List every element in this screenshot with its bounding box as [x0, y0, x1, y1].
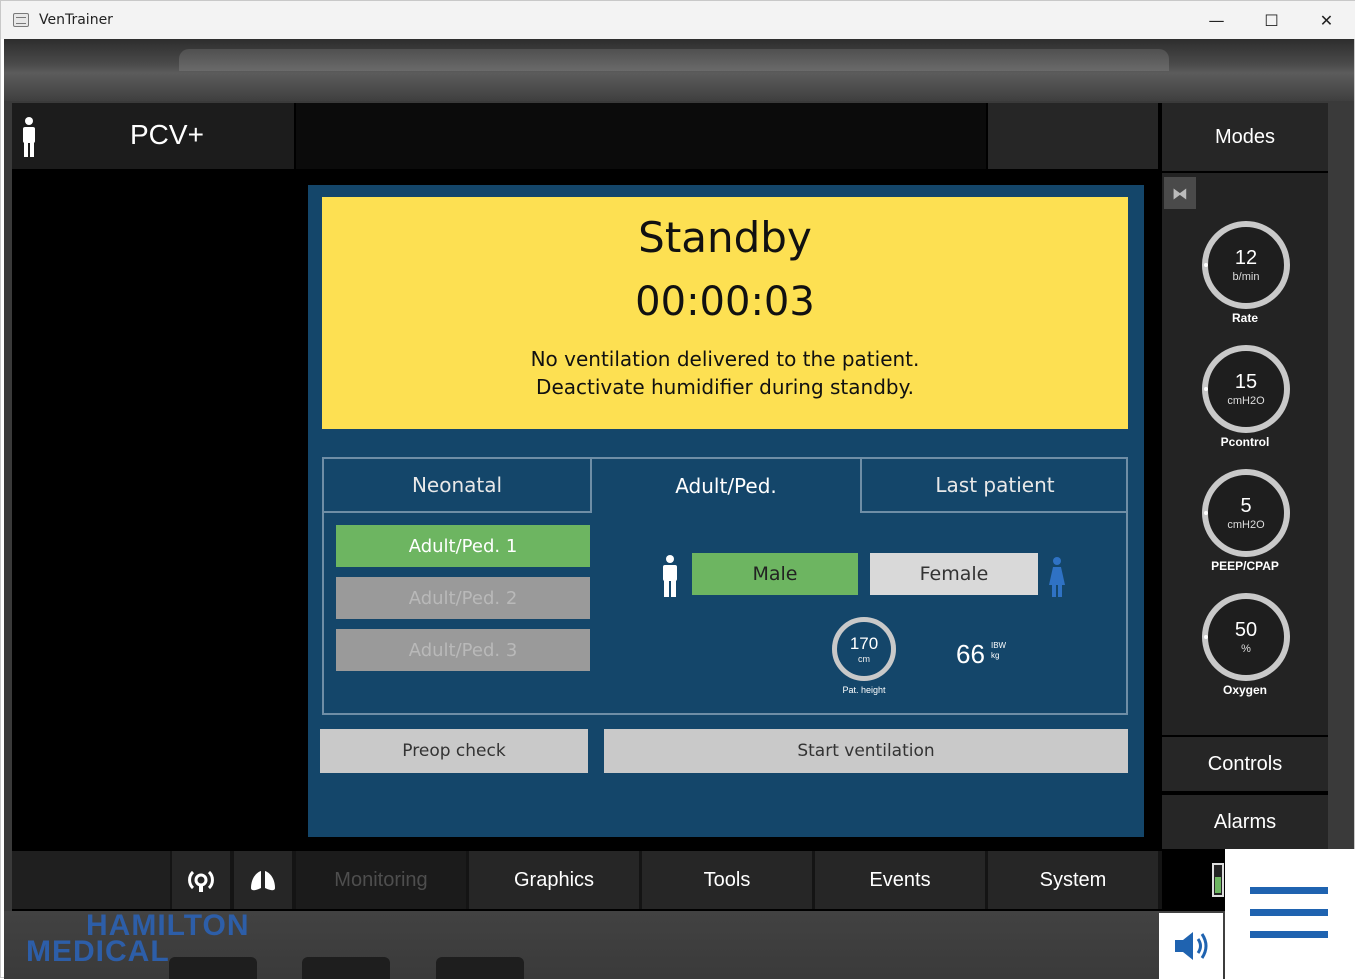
tab-neonatal[interactable]: Neonatal — [324, 459, 592, 513]
controls-button[interactable]: Controls — [1162, 737, 1328, 791]
patient-connection-icon[interactable] — [172, 851, 230, 909]
bezel-ridge — [179, 49, 1169, 71]
hardware-key[interactable] — [169, 957, 257, 979]
menu-button[interactable] — [1225, 849, 1355, 979]
tab-tools[interactable]: Tools — [642, 851, 812, 909]
oxygen-unit: % — [1241, 643, 1251, 655]
standby-timer: 00:00:03 — [635, 279, 815, 325]
male-icon — [663, 555, 677, 597]
tab-events[interactable]: Events — [815, 851, 985, 909]
tab-system[interactable]: System — [988, 851, 1158, 909]
pcontrol-unit: cmH2O — [1227, 395, 1265, 407]
pcontrol-dial[interactable]: 15 cmH2O — [1202, 345, 1290, 433]
patient-height-dial[interactable]: 170 cm — [832, 617, 896, 681]
start-ventilation-button[interactable]: Start ventilation — [604, 729, 1128, 773]
adult-patient-icon — [23, 117, 35, 157]
preset-adult-ped-3[interactable]: Adult/Ped. 3 — [336, 629, 590, 671]
tab-adult-ped[interactable]: Adult/Ped. — [592, 459, 860, 513]
ibw-label: IBW kg — [991, 641, 1006, 661]
preop-check-button[interactable]: Preop check — [320, 729, 588, 773]
hamburger-icon — [1250, 887, 1328, 894]
minimize-button[interactable]: — — [1189, 1, 1244, 39]
tab-graphics[interactable]: Graphics — [469, 851, 639, 909]
battery-level — [1215, 877, 1221, 893]
rate-dial[interactable]: 12 b/min — [1202, 221, 1290, 309]
title-bar: VenTrainer — ☐ ✕ — [1, 1, 1355, 39]
maximize-button[interactable]: ☐ — [1244, 1, 1299, 39]
top-status-area — [296, 103, 986, 169]
top-right-area — [988, 103, 1158, 169]
modes-button[interactable]: Modes — [1162, 103, 1328, 171]
height-value: 170 — [849, 634, 879, 653]
lungs-icon-button[interactable] — [234, 851, 292, 909]
rate-unit: b/min — [1232, 271, 1260, 283]
ventilator-device: PCV+ Modes ⧓ 12 b/min Rate 15 cmH2O Pcon… — [4, 39, 1354, 979]
hardware-key[interactable] — [302, 957, 390, 979]
lungs-icon — [251, 871, 275, 891]
bottom-nav: Monitoring Graphics Tools Events System — [12, 851, 1162, 909]
collapse-panel-icon[interactable]: ⧓ — [1164, 177, 1196, 209]
hamburger-icon — [1250, 909, 1328, 916]
ibw-value: 66 — [956, 639, 985, 669]
mode-display[interactable]: PCV+ — [12, 103, 294, 169]
hardware-key[interactable] — [436, 957, 524, 979]
oxygen-value: 50 — [1234, 619, 1258, 641]
standby-message-2: Deactivate humidifier during standby. — [536, 375, 914, 399]
preset-adult-ped-2[interactable]: Adult/Ped. 2 — [336, 577, 590, 619]
window-title: VenTrainer — [39, 12, 113, 28]
rate-label: Rate — [1231, 311, 1258, 325]
hamburger-icon — [1250, 931, 1328, 938]
ibw-label-text: IBW — [991, 641, 1007, 650]
close-button[interactable]: ✕ — [1299, 1, 1354, 39]
female-button[interactable]: Female — [870, 553, 1038, 595]
peep-dial[interactable]: 5 cmH2O — [1202, 469, 1290, 557]
oxygen-label: Oxygen — [1222, 683, 1267, 697]
ibw-unit: kg — [991, 651, 1000, 660]
speaker-icon — [1175, 932, 1208, 960]
height-label: Pat. height — [842, 685, 886, 695]
app-icon — [13, 13, 29, 27]
rate-value: 12 — [1234, 247, 1258, 269]
peep-value: 5 — [1240, 495, 1252, 517]
standby-title: Standby — [638, 213, 812, 262]
connection-icon — [188, 870, 214, 892]
standby-banner: Standby 00:00:03 No ventilation delivere… — [322, 197, 1128, 429]
tab-monitoring[interactable]: Monitoring — [296, 851, 466, 909]
settings-panel: ⧓ 12 b/min Rate 15 cmH2O Pcontrol 5 cmH2… — [1162, 173, 1328, 735]
pcontrol-label: Pcontrol — [1220, 435, 1270, 449]
male-button[interactable]: Male — [692, 553, 858, 595]
app-window: VenTrainer — ☐ ✕ PCV+ Modes ⧓ 12 b/min R… — [0, 0, 1355, 979]
sound-button[interactable] — [1159, 913, 1223, 979]
tab-last-patient[interactable]: Last patient — [860, 459, 1128, 513]
peep-unit: cmH2O — [1227, 519, 1265, 531]
height-unit: cm — [858, 654, 870, 664]
female-icon — [1049, 557, 1065, 597]
bottom-left-area — [12, 851, 170, 909]
pcontrol-value: 15 — [1234, 371, 1258, 393]
ventilator-screen: PCV+ Modes ⧓ 12 b/min Rate 15 cmH2O Pcon… — [12, 103, 1328, 911]
device-bezel — [4, 39, 1354, 101]
patient-panel: Neonatal Adult/Ped. Last patient Adult/P… — [322, 457, 1128, 715]
mode-label: PCV+ — [130, 119, 204, 150]
peep-label: PEEP/CPAP — [1211, 559, 1279, 573]
standby-message-1: No ventilation delivered to the patient. — [530, 347, 920, 371]
oxygen-dial[interactable]: 50 % — [1202, 593, 1290, 681]
alarms-button[interactable]: Alarms — [1162, 795, 1328, 849]
standby-dialog: Standby 00:00:03 No ventilation delivere… — [308, 185, 1144, 837]
battery-icon — [1212, 863, 1224, 897]
preset-adult-ped-1[interactable]: Adult/Ped. 1 — [336, 525, 590, 567]
